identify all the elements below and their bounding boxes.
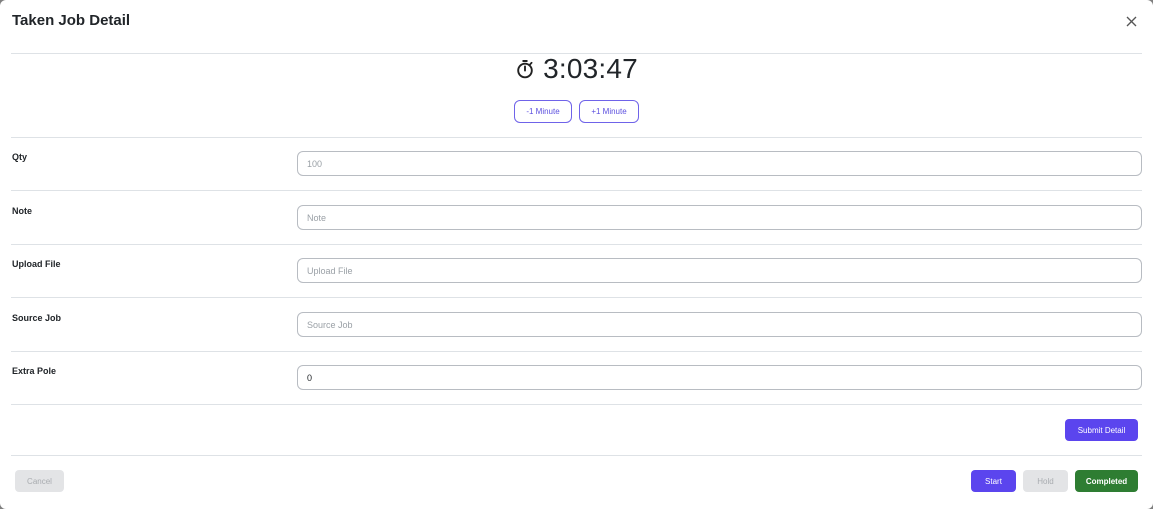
- note-label: Note: [12, 206, 32, 216]
- qty-label: Qty: [12, 152, 28, 162]
- upload-file-input[interactable]: [297, 258, 1142, 283]
- taken-job-detail-modal: Taken Job Detail 3:03:47 -1 Minute +1 Mi…: [0, 0, 1153, 509]
- row-divider: [11, 297, 1142, 298]
- close-icon: [1126, 16, 1136, 26]
- cancel-button[interactable]: Cancel: [15, 470, 64, 492]
- start-button[interactable]: Start: [971, 470, 1016, 492]
- timer-divider: [11, 137, 1142, 138]
- hold-button[interactable]: Hold: [1023, 470, 1068, 492]
- qty-input[interactable]: [297, 151, 1142, 176]
- extra-pole-label: Extra Pole: [12, 366, 57, 376]
- footer-divider: [11, 455, 1142, 456]
- modal-title: Taken Job Detail: [12, 12, 131, 29]
- minus-one-minute-button[interactable]: -1 Minute: [514, 100, 572, 123]
- row-divider: [11, 351, 1142, 352]
- timer-value: 3:03:47: [543, 53, 638, 84]
- upload-file-label: Upload File: [12, 259, 61, 269]
- plus-one-minute-button[interactable]: +1 Minute: [579, 100, 639, 123]
- source-job-label: Source Job: [12, 313, 62, 323]
- stopwatch-icon: [517, 60, 533, 79]
- row-divider: [11, 244, 1142, 245]
- completed-button[interactable]: Completed: [1075, 470, 1138, 492]
- close-button[interactable]: [1121, 11, 1141, 31]
- note-input[interactable]: [297, 205, 1142, 230]
- source-job-input[interactable]: [297, 312, 1142, 337]
- extra-pole-input[interactable]: [297, 365, 1142, 390]
- submit-detail-button[interactable]: Submit Detail: [1065, 419, 1138, 441]
- row-divider: [11, 190, 1142, 191]
- timer-display: 3:03:47: [0, 53, 1153, 85]
- row-divider: [11, 404, 1142, 405]
